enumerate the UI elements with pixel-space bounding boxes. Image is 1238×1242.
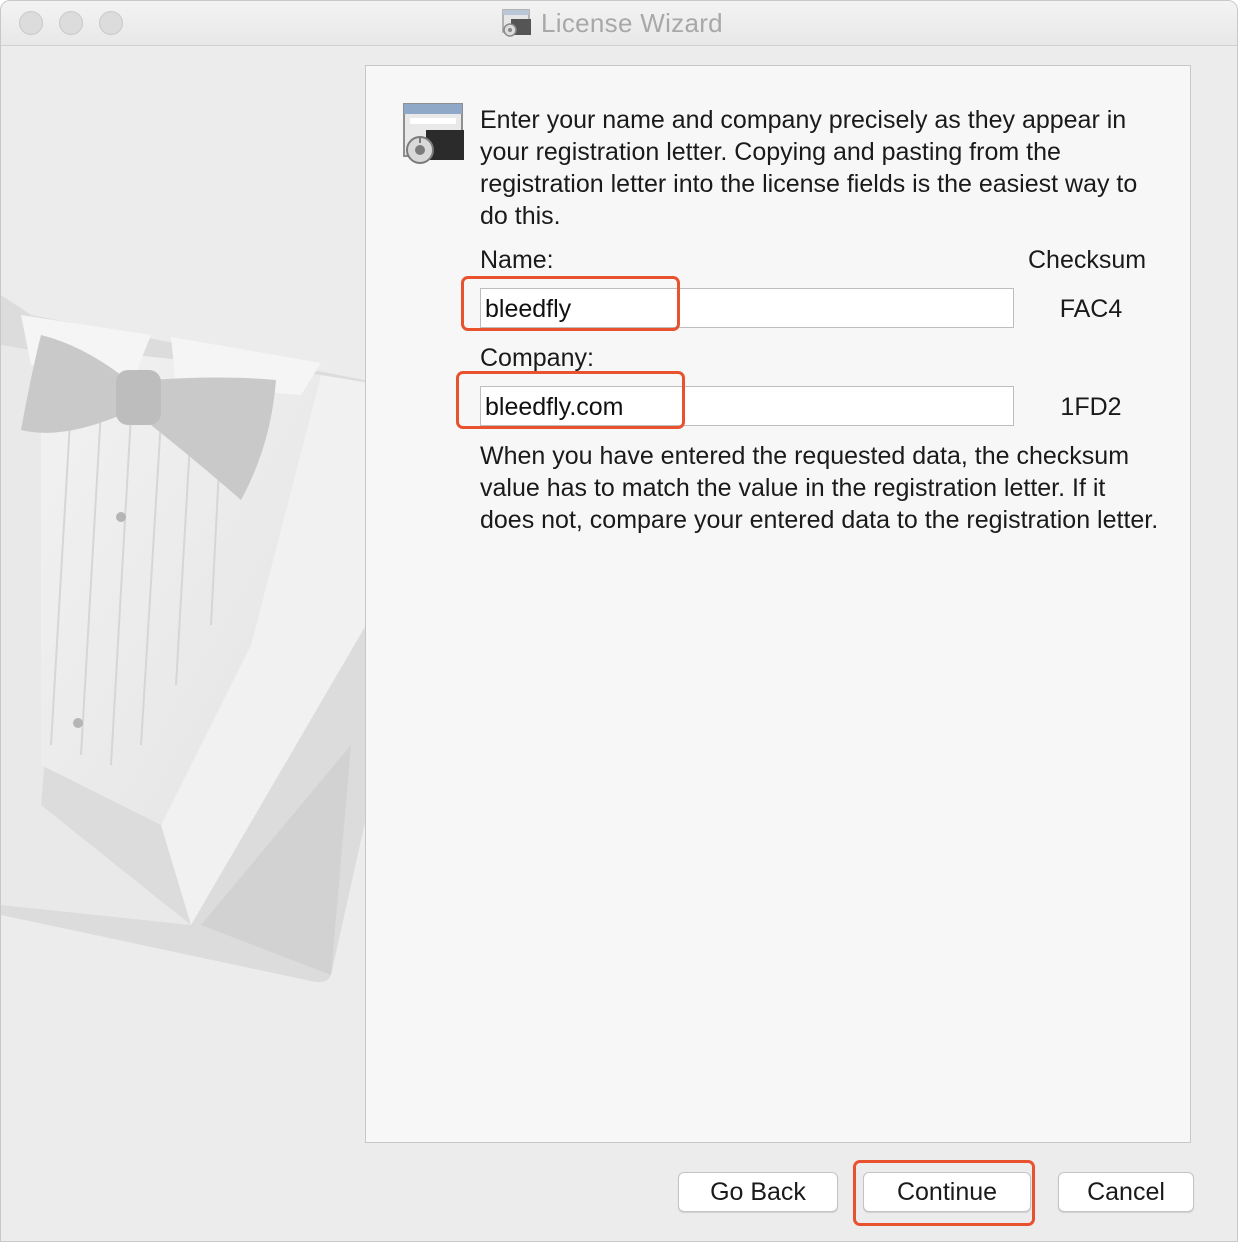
name-field[interactable] bbox=[480, 288, 1014, 328]
title-bar: License Wizard bbox=[1, 1, 1237, 46]
intro-text: Enter your name and company precisely as… bbox=[480, 106, 1138, 230]
close-window-button[interactable] bbox=[19, 11, 43, 35]
license-wizard-icon bbox=[502, 9, 531, 37]
minimize-window-button[interactable] bbox=[59, 11, 83, 35]
continue-button[interactable]: Continue bbox=[863, 1172, 1031, 1212]
license-wizard-window: License Wizard Enter your name and compa… bbox=[0, 0, 1238, 1242]
window-title: License Wizard bbox=[541, 7, 723, 38]
company-checksum: 1FD2 bbox=[1060, 393, 1122, 421]
name-label: Name: bbox=[480, 246, 554, 274]
window-title-group: License Wizard bbox=[501, 7, 723, 39]
zoom-window-button[interactable] bbox=[99, 11, 123, 35]
checksum-header: Checksum bbox=[1028, 246, 1147, 274]
go-back-button[interactable]: Go Back bbox=[678, 1172, 838, 1212]
content-panel: Enter your name and company precisely as… bbox=[365, 65, 1191, 1143]
cancel-button[interactable]: Cancel bbox=[1058, 1172, 1194, 1212]
help-text: When you have entered the requested data… bbox=[480, 442, 1159, 534]
name-checksum: FAC4 bbox=[1059, 295, 1123, 323]
license-certificate-icon bbox=[403, 103, 464, 164]
company-label: Company: bbox=[480, 344, 594, 372]
company-field[interactable] bbox=[480, 386, 1014, 426]
